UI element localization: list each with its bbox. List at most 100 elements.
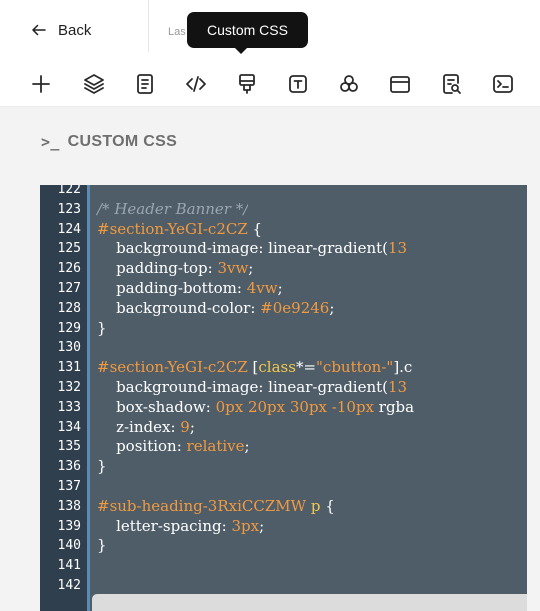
code-token: [ — [247, 358, 259, 377]
code-line[interactable]: 142 — [40, 576, 527, 596]
line-number: 136 — [57, 459, 81, 475]
back-button[interactable]: Back — [30, 21, 91, 39]
code-line[interactable]: 124 #section-YeGI-c2CZ { — [40, 220, 527, 240]
code-line[interactable]: 127 padding-bottom: 4vw; — [40, 279, 527, 299]
custom-css-icon[interactable] — [232, 70, 262, 98]
code-token: #section-YeGI-c2CZ — [97, 219, 248, 238]
code-token: 3vw — [217, 259, 249, 278]
code-token: ].c — [393, 358, 413, 377]
code-token: background-image: linear-gradient( — [97, 377, 389, 396]
code-icon[interactable] — [181, 70, 211, 98]
code-line[interactable]: 135 position: relative; — [40, 437, 527, 457]
code-line[interactable]: 129} — [40, 319, 527, 339]
code-line[interactable]: 123 /* Header Banner */ — [40, 200, 527, 220]
terminal-icon[interactable] — [488, 70, 518, 98]
code-token: ; — [329, 298, 335, 317]
code-text: position: relative; — [81, 437, 250, 457]
back-label: Back — [58, 21, 92, 39]
code-line[interactable]: 133 box-shadow: 0px 20px 30px -10px rgba — [40, 398, 527, 418]
code-line[interactable]: 122 — [40, 185, 527, 200]
top-bar: Back Las Custom CSS — [0, 0, 540, 62]
code-token: ; — [259, 516, 265, 535]
line-number: 126 — [57, 261, 81, 277]
code-line[interactable]: 130 — [40, 338, 527, 358]
code-token: { — [247, 219, 263, 238]
line-number: 123 — [57, 201, 81, 217]
code-token: relative — [186, 437, 245, 456]
layers-icon[interactable] — [79, 70, 109, 98]
css-code-editor[interactable]: 122 123 /* Header Banner */ 124 #section-YeG… — [40, 185, 527, 611]
horizontal-scrollbar[interactable] — [92, 594, 527, 611]
code-line[interactable]: 141 — [40, 556, 527, 576]
code-text: background-image: linear-gradient(13 — [81, 378, 407, 398]
code-token: } — [97, 536, 107, 555]
code-line[interactable]: 138 #sub-heading-3RxiCCZMW p { — [40, 497, 527, 517]
line-number: 130 — [57, 340, 81, 356]
code-token: position: — [97, 437, 187, 456]
window-icon[interactable] — [385, 70, 415, 98]
line-number: 138 — [57, 498, 81, 514]
line-number: 125 — [57, 241, 81, 257]
code-text: /* Header Banner */ — [81, 200, 248, 220]
code-text: z-index: 9; — [81, 418, 195, 438]
code-line[interactable]: 137 — [40, 477, 527, 497]
line-number: 132 — [57, 379, 81, 395]
code-token: background-color: — [97, 298, 261, 317]
line-number: 142 — [57, 577, 81, 593]
code-token: /* Header Banner */ — [97, 199, 249, 218]
code-token: p — [310, 496, 321, 515]
code-text: padding-top: 3vw; — [81, 259, 253, 279]
code-text: padding-bottom: 4vw; — [81, 279, 283, 299]
shapes-icon[interactable] — [334, 70, 364, 98]
line-number: 128 — [57, 300, 81, 316]
arrow-left-icon — [32, 24, 46, 36]
code-token: { — [320, 496, 335, 515]
code-text: background-color: #0e9246; — [81, 299, 334, 319]
code-token: 3px — [231, 516, 260, 535]
line-number: 133 — [57, 399, 81, 415]
code-lines: 122 123 /* Header Banner */ 124 #section-YeG… — [40, 185, 527, 596]
line-number: 129 — [57, 320, 81, 336]
code-line[interactable]: 139 letter-spacing: 3px; — [40, 517, 527, 537]
code-token: ; — [189, 417, 195, 436]
code-line[interactable]: 132 background-image: linear-gradient(13 — [40, 378, 527, 398]
tab-label-partial[interactable]: Las — [168, 26, 186, 38]
code-line[interactable]: 131 #section-YeGI-c2CZ [class*="cbutton-"… — [40, 358, 527, 378]
code-token: #section-YeGI-c2CZ — [97, 358, 248, 377]
document-icon[interactable] — [130, 70, 160, 98]
code-text: #sub-heading-3RxiCCZMW p { — [81, 497, 335, 517]
code-text: } — [81, 536, 107, 556]
code-line[interactable]: 128 background-color: #0e9246; — [40, 299, 527, 319]
code-token: padding-bottom: — [97, 278, 247, 297]
code-token: letter-spacing: — [97, 516, 232, 535]
code-text: #section-YeGI-c2CZ [class*="cbutton-"].c — [81, 358, 412, 378]
code-token: box-shadow: — [97, 397, 216, 416]
code-line[interactable]: 136} — [40, 457, 527, 477]
panel-title-label: CUSTOM CSS — [67, 133, 178, 150]
code-line[interactable]: 126 padding-top: 3vw; — [40, 259, 527, 279]
code-token: z-index: — [97, 417, 181, 436]
code-token: 13 — [388, 377, 408, 396]
tooltip-arrow — [234, 47, 248, 54]
code-line[interactable]: 134 z-index: 9; — [40, 418, 527, 438]
code-token: ; — [244, 437, 250, 456]
line-number: 131 — [57, 360, 81, 376]
line-number: 135 — [57, 439, 81, 455]
page-search-icon[interactable] — [436, 70, 466, 98]
code-text: } — [81, 319, 107, 339]
code-text: } — [81, 457, 107, 477]
header-divider — [148, 0, 149, 52]
terminal-prompt-icon: >_ — [41, 133, 60, 151]
text-icon[interactable] — [283, 70, 313, 98]
code-token: background-image: linear-gradient( — [97, 239, 389, 258]
code-token: } — [97, 457, 107, 476]
code-line[interactable]: 125 background-image: linear-gradient(13 — [40, 239, 527, 259]
plus-icon[interactable] — [26, 70, 56, 98]
code-line[interactable]: 140} — [40, 536, 527, 556]
code-token: 13 — [388, 239, 408, 258]
code-text: background-image: linear-gradient(13 — [81, 239, 407, 259]
